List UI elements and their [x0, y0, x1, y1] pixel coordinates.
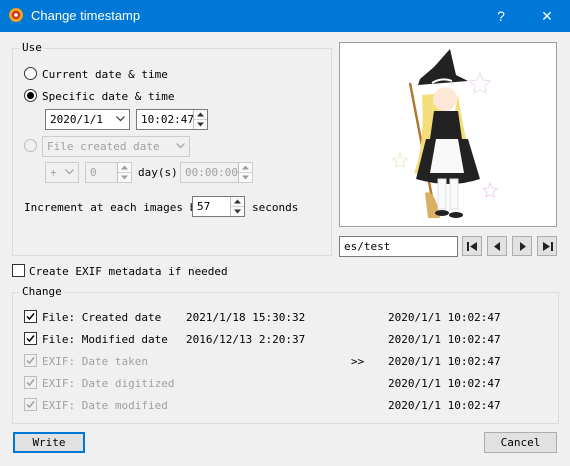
offset-time-spinner[interactable]	[238, 163, 252, 182]
image-preview	[339, 42, 557, 227]
date-value: 2020/1/1	[50, 113, 103, 126]
cancel-button[interactable]: Cancel	[484, 432, 557, 453]
chevron-down-icon	[116, 116, 125, 122]
specific-datetime-label[interactable]: Specific date & time	[42, 90, 174, 103]
increment-label: Increment at each images by	[24, 201, 203, 214]
spin-down-icon[interactable]	[231, 207, 244, 216]
write-button[interactable]: Write	[13, 432, 85, 453]
days-spinner[interactable]	[117, 163, 131, 182]
seconds-label: seconds	[252, 201, 299, 214]
time-spinner[interactable]	[193, 110, 207, 129]
spin-down-icon[interactable]	[194, 120, 207, 129]
change-arrow: >>	[351, 355, 365, 368]
app-icon	[9, 8, 23, 22]
create-exif-checkbox[interactable]	[12, 264, 25, 277]
file-created-label[interactable]: File: Created date	[42, 311, 161, 324]
file-date-source-select[interactable]: File created date	[42, 136, 190, 157]
create-exif-label[interactable]: Create EXIF metadata if needed	[29, 265, 228, 278]
exif-date-modified-new: 2020/1/1 10:02:47	[388, 399, 501, 412]
exif-date-digitized-checkbox[interactable]	[24, 376, 37, 389]
spin-down-icon[interactable]	[239, 173, 252, 182]
checkmark-icon	[26, 313, 35, 321]
time-picker[interactable]: 10:02:47	[136, 109, 208, 130]
skip-last-icon	[543, 242, 553, 251]
spin-up-icon[interactable]	[239, 163, 252, 173]
date-picker[interactable]: 2020/1/1	[45, 109, 130, 130]
exif-date-taken-checkbox[interactable]	[24, 354, 37, 367]
change-group-label: Change	[20, 285, 64, 298]
spin-up-icon[interactable]	[194, 110, 207, 120]
file-modified-new: 2020/1/1 10:02:47	[388, 333, 501, 346]
checkmark-icon	[26, 357, 35, 365]
exif-date-taken-new: 2020/1/1 10:02:47	[388, 355, 501, 368]
help-button[interactable]: ?	[478, 0, 524, 32]
file-date-source-value: File created date	[47, 140, 160, 153]
specific-datetime-radio[interactable]	[24, 89, 37, 102]
last-image-button[interactable]	[537, 236, 557, 256]
next-icon	[520, 242, 526, 251]
spin-down-icon[interactable]	[118, 173, 131, 182]
close-button[interactable]: ✕	[524, 0, 570, 32]
previous-image-button[interactable]	[487, 236, 507, 256]
file-created-new: 2020/1/1 10:02:47	[388, 311, 501, 324]
chevron-down-icon	[176, 143, 185, 149]
file-created-old: 2021/1/18 15:30:32	[186, 311, 306, 324]
increment-spinner[interactable]	[230, 197, 244, 216]
file-modified-old: 2016/12/13 2:20:37	[186, 333, 306, 346]
days-input[interactable]: 0	[85, 162, 132, 183]
file-date-radio[interactable]	[24, 139, 37, 152]
use-group-label: Use	[20, 41, 44, 54]
filename-field[interactable]: es/test pic/089.jpg	[339, 236, 458, 257]
file-created-checkbox[interactable]	[24, 310, 37, 323]
spin-up-icon[interactable]	[118, 163, 131, 173]
current-datetime-radio[interactable]	[24, 67, 37, 80]
sign-select[interactable]: +	[45, 162, 79, 183]
offset-time-input[interactable]: 00:00:00	[180, 162, 253, 183]
file-modified-label[interactable]: File: Modified date	[42, 333, 168, 346]
checkmark-icon	[26, 401, 35, 409]
exif-date-digitized-label[interactable]: EXIF: Date digitized	[42, 377, 174, 390]
filename-value: es/test pic/089.jpg	[344, 240, 391, 253]
spin-up-icon[interactable]	[231, 197, 244, 207]
sign-value: +	[50, 166, 57, 179]
offset-time-value: 00:00:00	[185, 166, 238, 179]
previous-icon	[494, 242, 500, 251]
first-image-button[interactable]	[462, 236, 482, 256]
exif-date-taken-label[interactable]: EXIF: Date taken	[42, 355, 148, 368]
next-image-button[interactable]	[512, 236, 532, 256]
window-title: Change timestamp	[31, 8, 141, 23]
exif-date-digitized-new: 2020/1/1 10:02:47	[388, 377, 501, 390]
checkmark-icon	[26, 379, 35, 387]
increment-value: 57	[197, 200, 211, 213]
checkmark-icon	[26, 335, 35, 343]
preview-illustration	[382, 43, 514, 226]
days-label: day(s)	[138, 166, 178, 179]
title-bar: Change timestamp ? ✕	[0, 0, 570, 32]
days-value: 0	[90, 166, 97, 179]
exif-date-modified-checkbox[interactable]	[24, 398, 37, 411]
time-value: 10:02:47	[141, 113, 194, 126]
chevron-down-icon	[65, 169, 74, 175]
skip-first-icon	[467, 242, 477, 251]
file-modified-checkbox[interactable]	[24, 332, 37, 345]
current-datetime-label[interactable]: Current date & time	[42, 68, 168, 81]
exif-date-modified-label[interactable]: EXIF: Date modified	[42, 399, 168, 412]
increment-input[interactable]: 57	[192, 196, 245, 217]
